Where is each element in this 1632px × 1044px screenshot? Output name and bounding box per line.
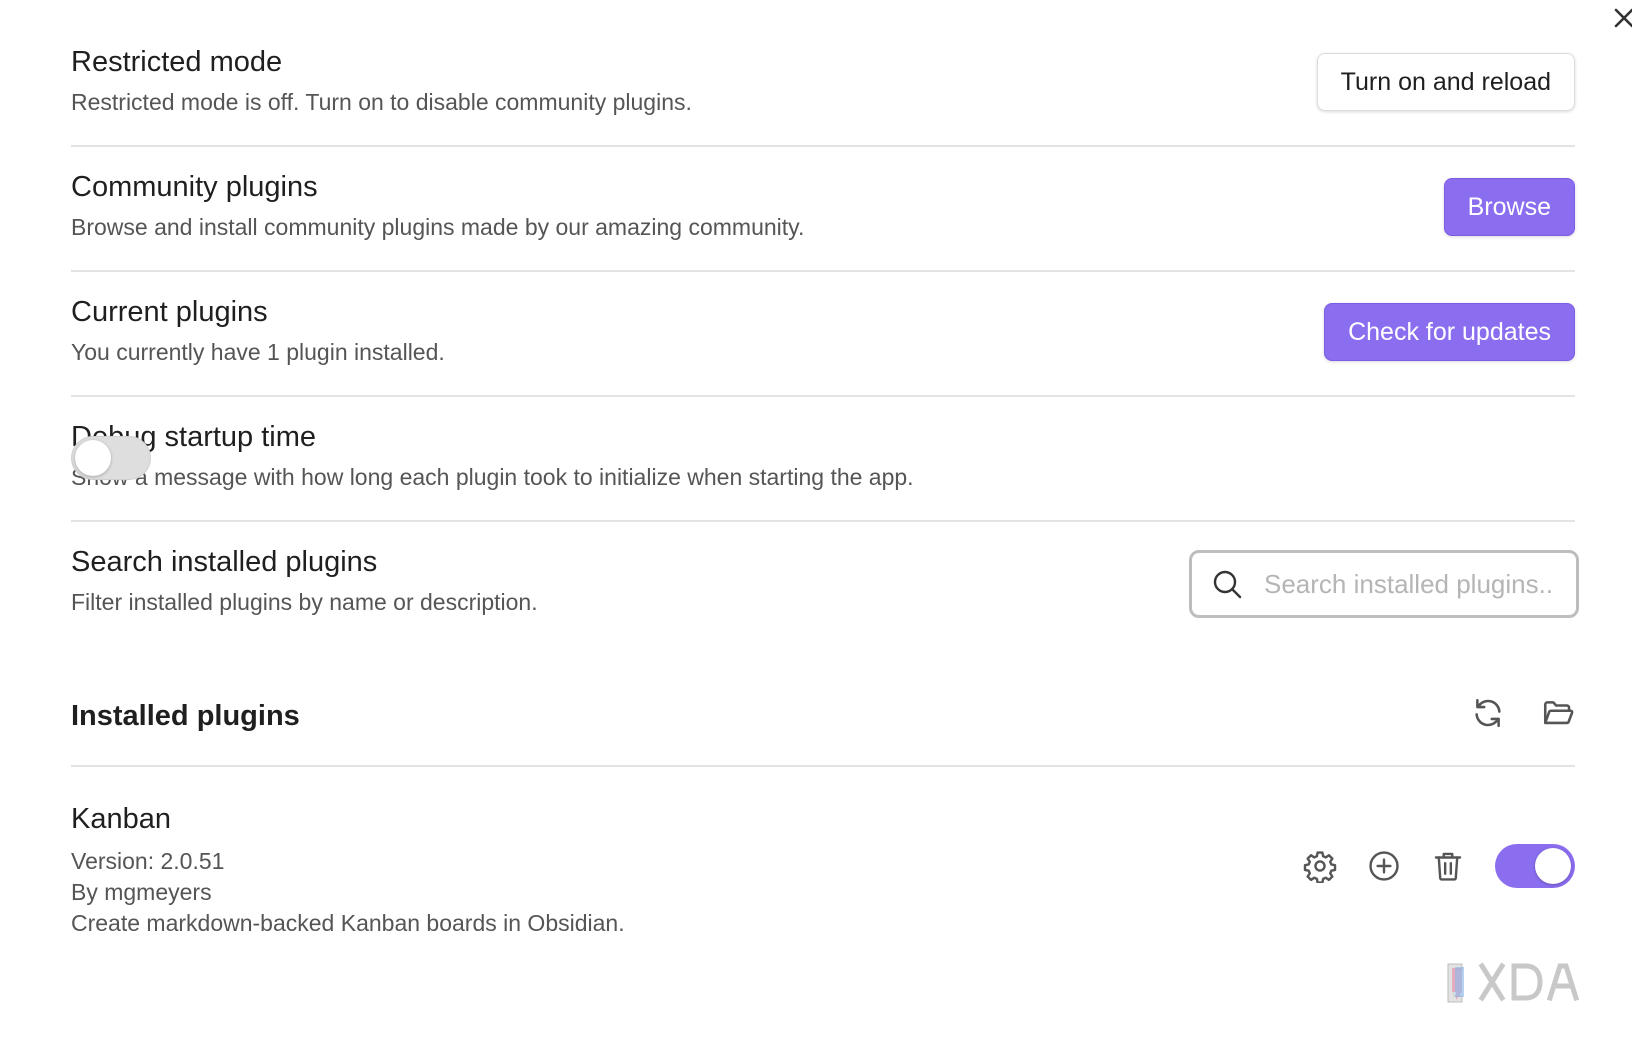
installed-plugins-actions [1471, 696, 1575, 730]
plugin-name: Kanban [71, 803, 171, 835]
plugin-description: Create markdown-backed Kanban boards in … [71, 910, 625, 936]
setting-name: Search installed plugins [71, 546, 378, 578]
setting-restricted-mode: Restricted mode Restricted mode is off. … [71, 45, 1575, 147]
setting-search-installed-plugins: Search installed plugins Filter installe… [71, 545, 1579, 647]
gear-icon[interactable] [1303, 849, 1337, 883]
divider [71, 765, 1575, 767]
setting-community-plugins: Community plugins Browse and install com… [71, 170, 1575, 272]
trash-icon[interactable] [1431, 849, 1465, 883]
xda-logo-icon [1447, 962, 1580, 1003]
plugin-item-kanban: Kanban Version: 2.0.51 By mgmeyers Creat… [71, 802, 1575, 942]
setting-debug-startup-time: Debug startup time Show a message with h… [71, 420, 1575, 522]
setting-name: Restricted mode [71, 46, 283, 78]
refresh-icon[interactable] [1471, 696, 1505, 730]
debug-startup-toggle[interactable] [71, 436, 151, 480]
close-icon[interactable] [1612, 2, 1632, 32]
browse-button[interactable]: Browse [1443, 178, 1575, 236]
setting-description: Browse and install community plugins mad… [71, 214, 805, 240]
kanban-enable-toggle[interactable] [1495, 844, 1575, 888]
setting-name: Community plugins [71, 171, 318, 203]
setting-description: Filter installed plugins by name or desc… [71, 589, 538, 615]
plugin-controls [1303, 844, 1575, 888]
check-for-updates-button[interactable]: Check for updates [1324, 303, 1575, 361]
turn-on-and-reload-button[interactable]: Turn on and reload [1316, 53, 1575, 111]
toggle-knob [75, 440, 111, 476]
plugin-settings-panel: Restricted mode Restricted mode is off. … [0, 0, 1632, 1044]
search-icon [1213, 570, 1242, 599]
search-installed-plugins-input[interactable] [1264, 568, 1554, 600]
toggle-knob [1535, 848, 1571, 884]
setting-description: You currently have 1 plugin installed. [71, 339, 445, 365]
setting-current-plugins: Current plugins You currently have 1 plu… [71, 295, 1575, 397]
installed-plugins-heading: Installed plugins [71, 700, 300, 732]
search-installed-plugins-box[interactable] [1189, 550, 1579, 618]
folder-open-icon[interactable] [1541, 696, 1575, 730]
setting-name: Current plugins [71, 296, 268, 328]
setting-description: Show a message with how long each plugin… [71, 464, 914, 490]
setting-description: Restricted mode is off. Turn on to disab… [71, 89, 692, 115]
plus-circle-icon[interactable] [1367, 849, 1401, 883]
